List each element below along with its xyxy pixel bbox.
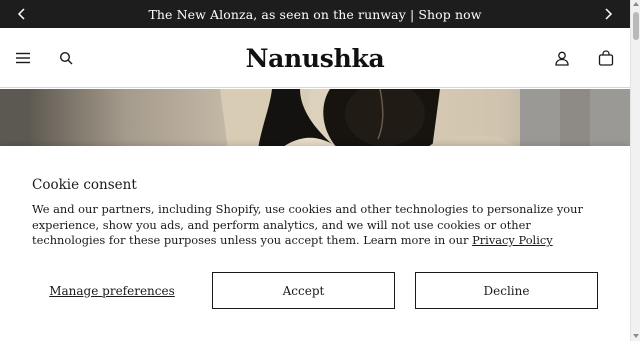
site-header: Nanushka: [0, 28, 630, 88]
shopping-bag-icon[interactable]: [594, 46, 618, 70]
search-icon[interactable]: [54, 46, 78, 70]
site-logo[interactable]: Nanushka: [246, 44, 385, 73]
consent-description: We and our partners, including Shopify, …: [32, 202, 602, 249]
user-icon[interactable]: [550, 46, 574, 70]
cookie-consent-banner: Cookie consent We and our partners, incl…: [0, 146, 630, 341]
manage-preferences-button[interactable]: Manage preferences: [32, 272, 192, 309]
accept-button[interactable]: Accept: [212, 272, 395, 309]
announcement-link[interactable]: The New Alonza, as seen on the runway | …: [148, 7, 481, 22]
hamburger-menu-icon[interactable]: [11, 46, 35, 70]
decline-button[interactable]: Decline: [415, 272, 598, 309]
scroll-down-icon[interactable]: [633, 334, 639, 338]
consent-title: Cookie consent: [32, 177, 137, 193]
logo-container: Nanushka: [0, 28, 630, 88]
chevron-right-icon[interactable]: [594, 0, 622, 28]
scroll-up-icon[interactable]: [633, 2, 639, 6]
privacy-policy-link[interactable]: Privacy Policy: [472, 233, 553, 247]
chevron-left-icon[interactable]: [8, 0, 36, 28]
hero-image: [0, 89, 630, 149]
hero-photo: [0, 89, 630, 149]
scroll-thumb[interactable]: [633, 12, 639, 40]
announcement-bar: The New Alonza, as seen on the runway | …: [0, 0, 630, 28]
page-scrollbar[interactable]: [630, 0, 640, 341]
